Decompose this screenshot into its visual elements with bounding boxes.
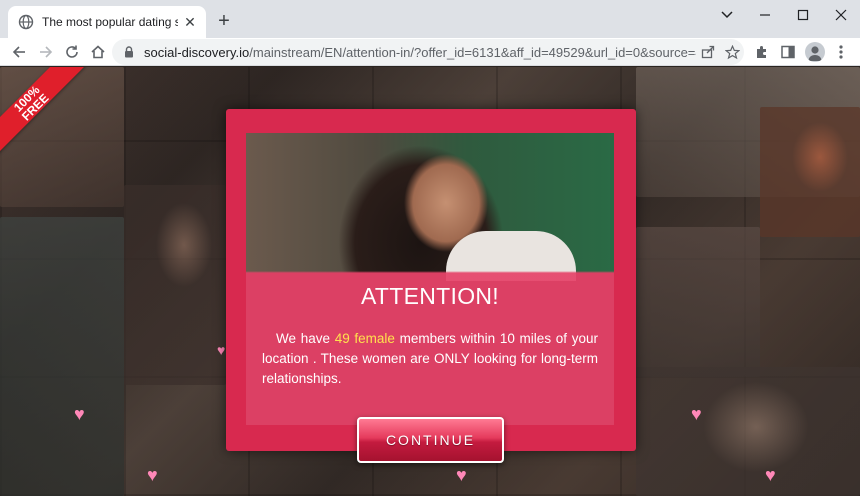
heart-icon: ♥ bbox=[456, 465, 467, 485]
lock-icon bbox=[122, 45, 136, 59]
profile-avatar-icon[interactable] bbox=[805, 42, 825, 62]
modal-content: ATTENTION! We have 49 female members wit… bbox=[246, 133, 614, 425]
heart-icon: ♥ bbox=[217, 342, 226, 358]
bookmark-star-icon[interactable] bbox=[720, 41, 744, 63]
forward-arrow-icon[interactable] bbox=[35, 41, 57, 63]
background-photo-tile bbox=[636, 367, 860, 496]
page-background: 100% FREE ♥ ♥ ♥ ♥ ♥ ♥ ATTENTION! We have … bbox=[0, 67, 860, 496]
url-domain: social-discovery.io bbox=[144, 44, 250, 60]
share-icon[interactable] bbox=[696, 41, 720, 63]
close-tab-icon[interactable]: ✕ bbox=[182, 14, 198, 30]
modal-body-text: We have 49 female members within 10 mile… bbox=[262, 329, 598, 389]
extensions-puzzle-icon[interactable] bbox=[751, 41, 773, 63]
background-photo-tile bbox=[124, 185, 226, 385]
heart-icon: ♥ bbox=[691, 404, 702, 424]
tab-title: The most popular dating site of h bbox=[42, 15, 178, 29]
new-tab-button[interactable]: + bbox=[214, 10, 234, 32]
body-prefix: We have bbox=[276, 331, 335, 346]
browser-tab[interactable]: The most popular dating site of h ✕ bbox=[8, 6, 206, 38]
continue-button-label: CONTINUE bbox=[385, 432, 476, 448]
background-photo-tile bbox=[636, 227, 760, 377]
background-photo-tile bbox=[760, 107, 860, 237]
globe-icon bbox=[18, 14, 34, 30]
modal-headline: ATTENTION! bbox=[360, 283, 499, 309]
heart-icon: ♥ bbox=[147, 465, 158, 485]
tab-search-chevron-icon[interactable] bbox=[708, 4, 746, 26]
close-window-button[interactable] bbox=[822, 4, 860, 26]
maximize-button[interactable] bbox=[784, 4, 822, 26]
browser-titlebar: The most popular dating site of h ✕ + bbox=[0, 0, 860, 38]
minimize-button[interactable] bbox=[746, 4, 784, 26]
home-icon[interactable] bbox=[87, 41, 109, 63]
continue-button[interactable]: CONTINUE bbox=[357, 417, 504, 463]
browser-toolbar: social-discovery.io/mainstream/EN/attent… bbox=[0, 38, 860, 66]
url-path: /mainstream/EN/attention-in/?offer_id=61… bbox=[249, 44, 696, 60]
heart-icon: ♥ bbox=[74, 404, 85, 424]
heart-icon: ♥ bbox=[765, 465, 776, 485]
background-photo-tile bbox=[0, 217, 124, 496]
menu-kebab-icon[interactable] bbox=[830, 41, 852, 63]
reload-icon[interactable] bbox=[61, 41, 83, 63]
address-bar[interactable]: social-discovery.io/mainstream/EN/attent… bbox=[112, 39, 744, 65]
body-highlight-count: 49 female bbox=[334, 331, 395, 346]
url-text: social-discovery.io/mainstream/EN/attent… bbox=[144, 45, 696, 60]
attention-modal: ATTENTION! We have 49 female members wit… bbox=[226, 109, 636, 451]
side-panel-icon[interactable] bbox=[777, 41, 799, 63]
back-arrow-icon[interactable] bbox=[8, 41, 30, 63]
